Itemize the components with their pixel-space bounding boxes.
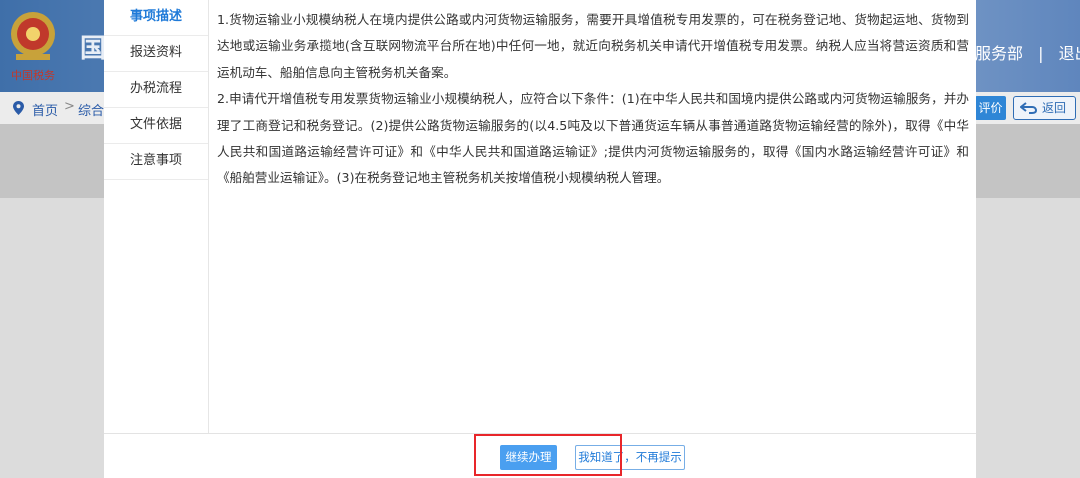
- dialog-content: 1.货物运输业小规模纳税人在境内提供公路或内河货物运输服务，需要开具增值税专用发…: [217, 7, 969, 192]
- dialog-tab-list: 事项描述 报送资料 办税流程 文件依据 注意事项: [104, 0, 209, 433]
- tab-submission-materials[interactable]: 报送资料: [104, 36, 208, 72]
- evaluate-button[interactable]: 评价: [975, 96, 1006, 120]
- guidance-dialog: 事项描述 报送资料 办税流程 文件依据 注意事项 1.货物运输业小规模纳税人在境…: [104, 0, 976, 478]
- top-nav: 服务部 | 退出: [975, 40, 1080, 64]
- tax-emblem-icon: 中国税务: [11, 12, 55, 82]
- breadcrumb-home[interactable]: 首页: [32, 100, 58, 119]
- back-button[interactable]: 返回: [1013, 96, 1076, 120]
- exit-link[interactable]: 退出: [1059, 40, 1080, 64]
- tab-notes[interactable]: 注意事项: [104, 144, 208, 180]
- back-button-label: 返回: [1042, 101, 1067, 115]
- svg-text:中国税务: 中国税务: [11, 68, 55, 82]
- highlight-box: [474, 434, 622, 476]
- tab-document-basis[interactable]: 文件依据: [104, 108, 208, 144]
- location-pin-icon: [13, 101, 24, 115]
- site-title: 国: [80, 34, 107, 64]
- breadcrumb-separator: >: [64, 99, 75, 114]
- breadcrumb-category[interactable]: 综合: [78, 100, 104, 119]
- description-paragraph-2: 2.申请代开增值税专用发票货物运输业小规模纳税人，应符合以下条件：(1)在中华人…: [217, 91, 969, 186]
- tab-item-description[interactable]: 事项描述: [104, 0, 208, 36]
- tab-process-flow[interactable]: 办税流程: [104, 72, 208, 108]
- description-paragraph-1: 1.货物运输业小规模纳税人在境内提供公路或内河货物运输服务，需要开具增值税专用发…: [217, 12, 969, 80]
- nav-separator: |: [1038, 44, 1044, 63]
- back-arrow-icon: [1020, 102, 1038, 114]
- service-link[interactable]: 服务部: [975, 40, 1023, 64]
